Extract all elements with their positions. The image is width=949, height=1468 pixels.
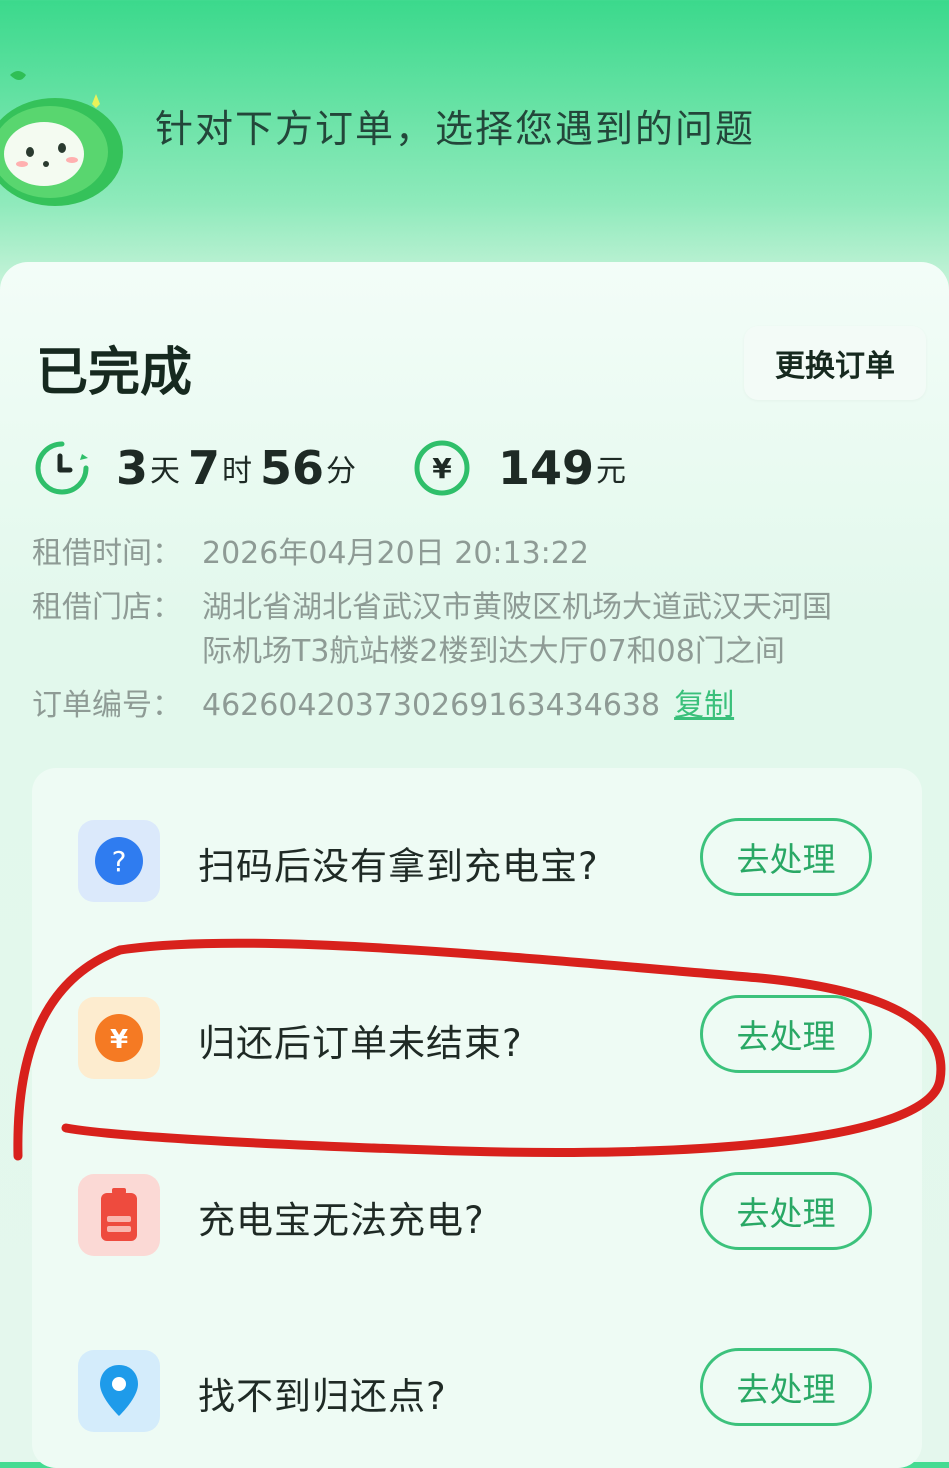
order-status: 已完成: [36, 343, 193, 403]
store-label: 租借门店：: [32, 590, 182, 625]
issue-label: 找不到归还点?: [198, 1375, 447, 1418]
copy-link[interactable]: 复制: [674, 688, 734, 723]
duration-minutes: 56: [260, 441, 325, 495]
svg-text:?: ?: [112, 845, 127, 878]
order-number-value: 462604203730269163434638: [202, 688, 661, 723]
issue-label: 扫码后没有拿到充电宝?: [198, 845, 599, 888]
yuan-circle-icon: ¥: [414, 440, 470, 496]
question-icon: ?: [78, 820, 160, 902]
page-title: 针对下方订单，选择您遇到的问题: [155, 107, 756, 151]
yuan-icon: ¥: [78, 997, 160, 1079]
header: 针对下方订单，选择您遇到的问题: [0, 0, 949, 260]
duration-stat: 3 天 7 时 56 分: [32, 436, 364, 500]
handle-button[interactable]: 去处理: [700, 1348, 872, 1426]
issue-item[interactable]: ¥ 归还后订单未结束? 去处理: [32, 993, 922, 1083]
order-number-row: 订单编号： 462604203730269163434638 复制: [32, 680, 734, 724]
battery-icon: [78, 1174, 160, 1256]
rent-time-row: 租借时间： 2026年04月20日 20:13:22: [32, 528, 589, 572]
store-line-2: 际机场T3航站楼2楼到达大厅07和08门之间: [202, 634, 785, 669]
store-line-1: 湖北省湖北省武汉市黄陂区机场大道武汉天河国: [202, 590, 832, 625]
rent-time-label: 租借时间：: [32, 536, 182, 571]
duration-hours-unit: 时: [222, 454, 253, 489]
mascot-icon: [0, 71, 123, 206]
order-number-wrap: 462604203730269163434638 复制: [202, 680, 734, 724]
duration-hours: 7: [188, 441, 221, 495]
amount-stat: ¥ 149 元: [412, 436, 634, 500]
issue-item[interactable]: ? 扫码后没有拿到充电宝? 去处理: [32, 816, 922, 906]
store-row: 租借门店： 湖北省湖北省武汉市黄陂区机场大道武汉天河国: [32, 582, 832, 626]
svg-text:¥: ¥: [110, 1025, 128, 1055]
svg-text:¥: ¥: [432, 452, 452, 485]
handle-button[interactable]: 去处理: [700, 818, 872, 896]
duration-days: 3: [116, 441, 149, 495]
issue-label: 归还后订单未结束?: [198, 1022, 523, 1065]
amount-value: 149: [498, 441, 595, 495]
handle-button[interactable]: 去处理: [700, 1172, 872, 1250]
duration-minutes-unit: 分: [326, 454, 357, 489]
issue-item[interactable]: 充电宝无法充电? 去处理: [32, 1170, 922, 1260]
issue-label: 充电宝无法充电?: [198, 1199, 485, 1242]
duration-days-unit: 天: [150, 454, 181, 489]
location-pin-icon: [78, 1350, 160, 1432]
order-number-label: 订单编号：: [32, 688, 182, 723]
handle-button[interactable]: 去处理: [700, 995, 872, 1073]
amount-unit: 元: [596, 454, 627, 489]
issue-item[interactable]: 找不到归还点? 去处理: [32, 1346, 922, 1436]
issue-list: ? 扫码后没有拿到充电宝? 去处理 ¥ 归还后订单未结束? 去处理 充电宝无法充…: [32, 768, 922, 1468]
change-order-button[interactable]: 更换订单: [744, 326, 926, 400]
rent-time-value: 2026年04月20日 20:13:22: [202, 536, 589, 571]
clock-icon: [35, 441, 89, 495]
